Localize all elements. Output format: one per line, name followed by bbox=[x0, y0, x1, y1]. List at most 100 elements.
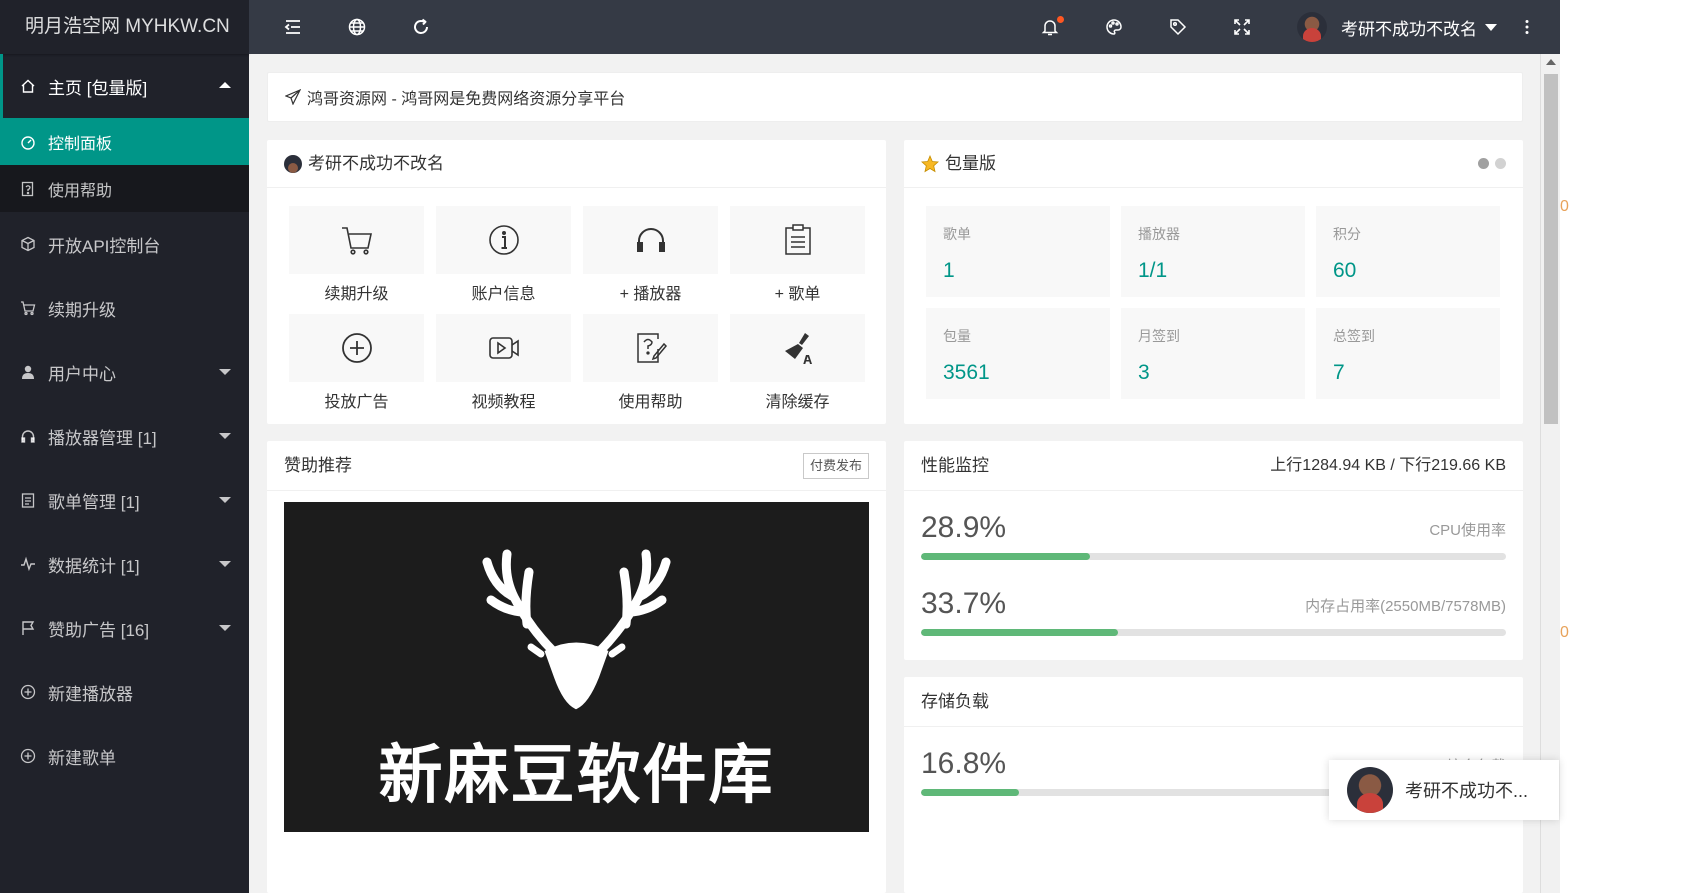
user-menu[interactable]: 考研不成功不改名 bbox=[1297, 0, 1497, 54]
stat-value: 1/1 bbox=[1138, 259, 1168, 282]
dashboard-icon bbox=[20, 134, 36, 150]
chevron-down-icon bbox=[219, 369, 231, 375]
stat-value: 3561 bbox=[943, 361, 990, 384]
sidebar-item-dashboard[interactable]: 控制面板 bbox=[0, 118, 249, 165]
user-icon bbox=[20, 364, 36, 380]
sidebar-item-label: 主页 [包量版] bbox=[48, 78, 148, 98]
shortcut-grid: 续期升级 账户信息 + 播放器 + 歌单 投放广告 视频教程 使用帮助 清除缓存 bbox=[267, 188, 886, 422]
shortcut-add-playlist[interactable]: + 歌单 bbox=[730, 206, 865, 314]
sidebar-item-statistics[interactable]: 数据统计 [1] bbox=[0, 532, 249, 596]
stat-total-checkin[interactable]: 总签到 7 bbox=[1316, 308, 1500, 399]
sponsor-card-title: 赞助推荐 bbox=[284, 455, 352, 475]
sidebar-item-sponsor-ads[interactable]: 赞助广告 [16] bbox=[0, 596, 249, 660]
sidebar-item-new-player[interactable]: 新建播放器 bbox=[0, 660, 249, 724]
shortcut-renew[interactable]: 续期升级 bbox=[289, 206, 424, 314]
scrollbar-thumb[interactable] bbox=[1544, 74, 1558, 424]
collapse-sidebar-icon[interactable] bbox=[271, 0, 315, 54]
right-panel-strip: 0 0 bbox=[1560, 0, 1706, 893]
stat-label: 总签到 bbox=[1333, 328, 1375, 344]
sidebar-item-api[interactable]: 开放API控制台 bbox=[0, 212, 249, 276]
shortcut-add-player[interactable]: + 播放器 bbox=[583, 206, 718, 314]
home-icon bbox=[20, 78, 36, 94]
stat-monthly-checkin[interactable]: 月签到 3 bbox=[1121, 308, 1305, 399]
sidebar-item-help[interactable]: 使用帮助 bbox=[0, 165, 249, 212]
tag-icon[interactable] bbox=[1156, 0, 1200, 54]
sidebar-item-label: 数据统计 [1] bbox=[48, 556, 140, 576]
carousel-dot[interactable] bbox=[1478, 158, 1489, 169]
shortcut-place-ad[interactable]: 投放广告 bbox=[289, 314, 424, 422]
stat-playlists[interactable]: 歌单 1 bbox=[926, 206, 1110, 297]
profile-card-title: 考研不成功不改名 bbox=[308, 153, 444, 173]
sponsor-card: 赞助推荐 付费发布 新麻豆软件库 bbox=[267, 441, 886, 893]
storage-card-header: 存储负载 bbox=[904, 677, 1523, 727]
headphones-icon bbox=[20, 428, 36, 444]
sidebar-item-player-manage[interactable]: 播放器管理 [1] bbox=[0, 404, 249, 468]
broom-icon bbox=[784, 333, 812, 364]
theme-palette-icon[interactable] bbox=[1092, 0, 1136, 54]
sidebar-item-playlist-manage[interactable]: 歌单管理 [1] bbox=[0, 468, 249, 532]
home-submenu: 控制面板 使用帮助 bbox=[0, 118, 249, 212]
performance-card-header: 性能监控 上行1284.94 KB / 下行219.66 KB bbox=[904, 441, 1523, 491]
clipped-text: 0 bbox=[1560, 198, 1569, 215]
sidebar-item-label: 使用帮助 bbox=[48, 182, 113, 200]
cpu-percent: 28.9% bbox=[921, 511, 1007, 544]
bell-icon[interactable] bbox=[1028, 0, 1072, 54]
shortcut-label: 投放广告 bbox=[324, 394, 389, 411]
pulse-icon bbox=[20, 556, 36, 572]
package-card-title: 包量版 bbox=[945, 153, 996, 173]
app-logo[interactable]: 明月浩空网 MYHKW.CN bbox=[0, 0, 249, 54]
memory-label: 内存占用率(2550MB/7578MB) bbox=[1305, 598, 1506, 615]
storage-percent: 16.8% bbox=[921, 747, 1007, 780]
sidebar-item-home[interactable]: 主页 [包量版] bbox=[0, 54, 249, 118]
stat-points[interactable]: 积分 60 bbox=[1316, 206, 1500, 297]
cart-icon bbox=[20, 300, 36, 316]
sidebar-item-label: 赞助广告 [16] bbox=[48, 620, 150, 640]
shortcut-label: + 歌单 bbox=[774, 286, 821, 303]
stat-quota[interactable]: 包量 3561 bbox=[926, 308, 1110, 399]
carousel-indicator bbox=[1478, 158, 1506, 169]
stat-label: 月签到 bbox=[1138, 328, 1180, 344]
cpu-label: CPU使用率 bbox=[1429, 522, 1506, 539]
performance-card: 性能监控 上行1284.94 KB / 下行219.66 KB 28.9% CP… bbox=[904, 441, 1523, 660]
help-doc-icon bbox=[20, 181, 36, 197]
storage-card-title: 存储负载 bbox=[921, 691, 989, 711]
send-icon bbox=[285, 89, 301, 105]
stat-value: 60 bbox=[1333, 259, 1357, 282]
shortcut-account-info[interactable]: 账户信息 bbox=[436, 206, 571, 314]
sidebar: 明月浩空网 MYHKW.CN 主页 [包量版] 控制面板 使用帮助 开放API控… bbox=[0, 0, 249, 893]
more-vertical-icon[interactable] bbox=[1505, 0, 1549, 54]
cart-icon bbox=[341, 227, 372, 255]
help-edit-icon bbox=[636, 333, 667, 363]
sidebar-item-user-center[interactable]: 用户中心 bbox=[0, 340, 249, 404]
shortcut-clear-cache[interactable]: 清除缓存 bbox=[730, 314, 865, 422]
carousel-dot[interactable] bbox=[1495, 158, 1506, 169]
storage-progress-fill bbox=[921, 789, 1020, 796]
plus-circle-icon bbox=[341, 333, 372, 363]
info-icon bbox=[488, 225, 519, 255]
cube-icon bbox=[20, 236, 36, 252]
sidebar-item-renew[interactable]: 续期升级 bbox=[0, 276, 249, 340]
sidebar-item-label: 用户中心 bbox=[48, 364, 116, 384]
shortcut-help[interactable]: 使用帮助 bbox=[583, 314, 718, 422]
avatar bbox=[284, 154, 302, 173]
memory-progress-fill bbox=[921, 629, 1119, 636]
scroll-up-arrow-icon[interactable] bbox=[1546, 59, 1556, 65]
stat-value: 1 bbox=[943, 259, 955, 282]
chevron-down-icon bbox=[219, 497, 231, 503]
fullscreen-icon[interactable] bbox=[1220, 0, 1264, 54]
paid-publish-button[interactable]: 付费发布 bbox=[802, 452, 869, 479]
sponsor-ad-banner[interactable]: 新麻豆软件库 bbox=[284, 502, 869, 832]
clipboard-icon bbox=[784, 224, 811, 255]
sidebar-item-label: 新建播放器 bbox=[48, 684, 133, 704]
refresh-icon[interactable] bbox=[399, 0, 443, 54]
shortcut-video-tutorial[interactable]: 视频教程 bbox=[436, 314, 571, 422]
package-card-header: 包量版 bbox=[904, 140, 1523, 188]
chat-popup[interactable]: 考研不成功不... bbox=[1329, 760, 1559, 820]
top-bar: 考研不成功不改名 bbox=[249, 0, 1560, 54]
sponsor-ad-text: 新麻豆软件库 bbox=[378, 738, 775, 813]
globe-icon[interactable] bbox=[335, 0, 379, 54]
sidebar-item-label: 开放API控制台 bbox=[48, 236, 161, 256]
stat-players[interactable]: 播放器 1/1 bbox=[1121, 206, 1305, 297]
sidebar-item-new-playlist[interactable]: 新建歌单 bbox=[0, 724, 249, 788]
chevron-down-icon bbox=[219, 433, 231, 439]
